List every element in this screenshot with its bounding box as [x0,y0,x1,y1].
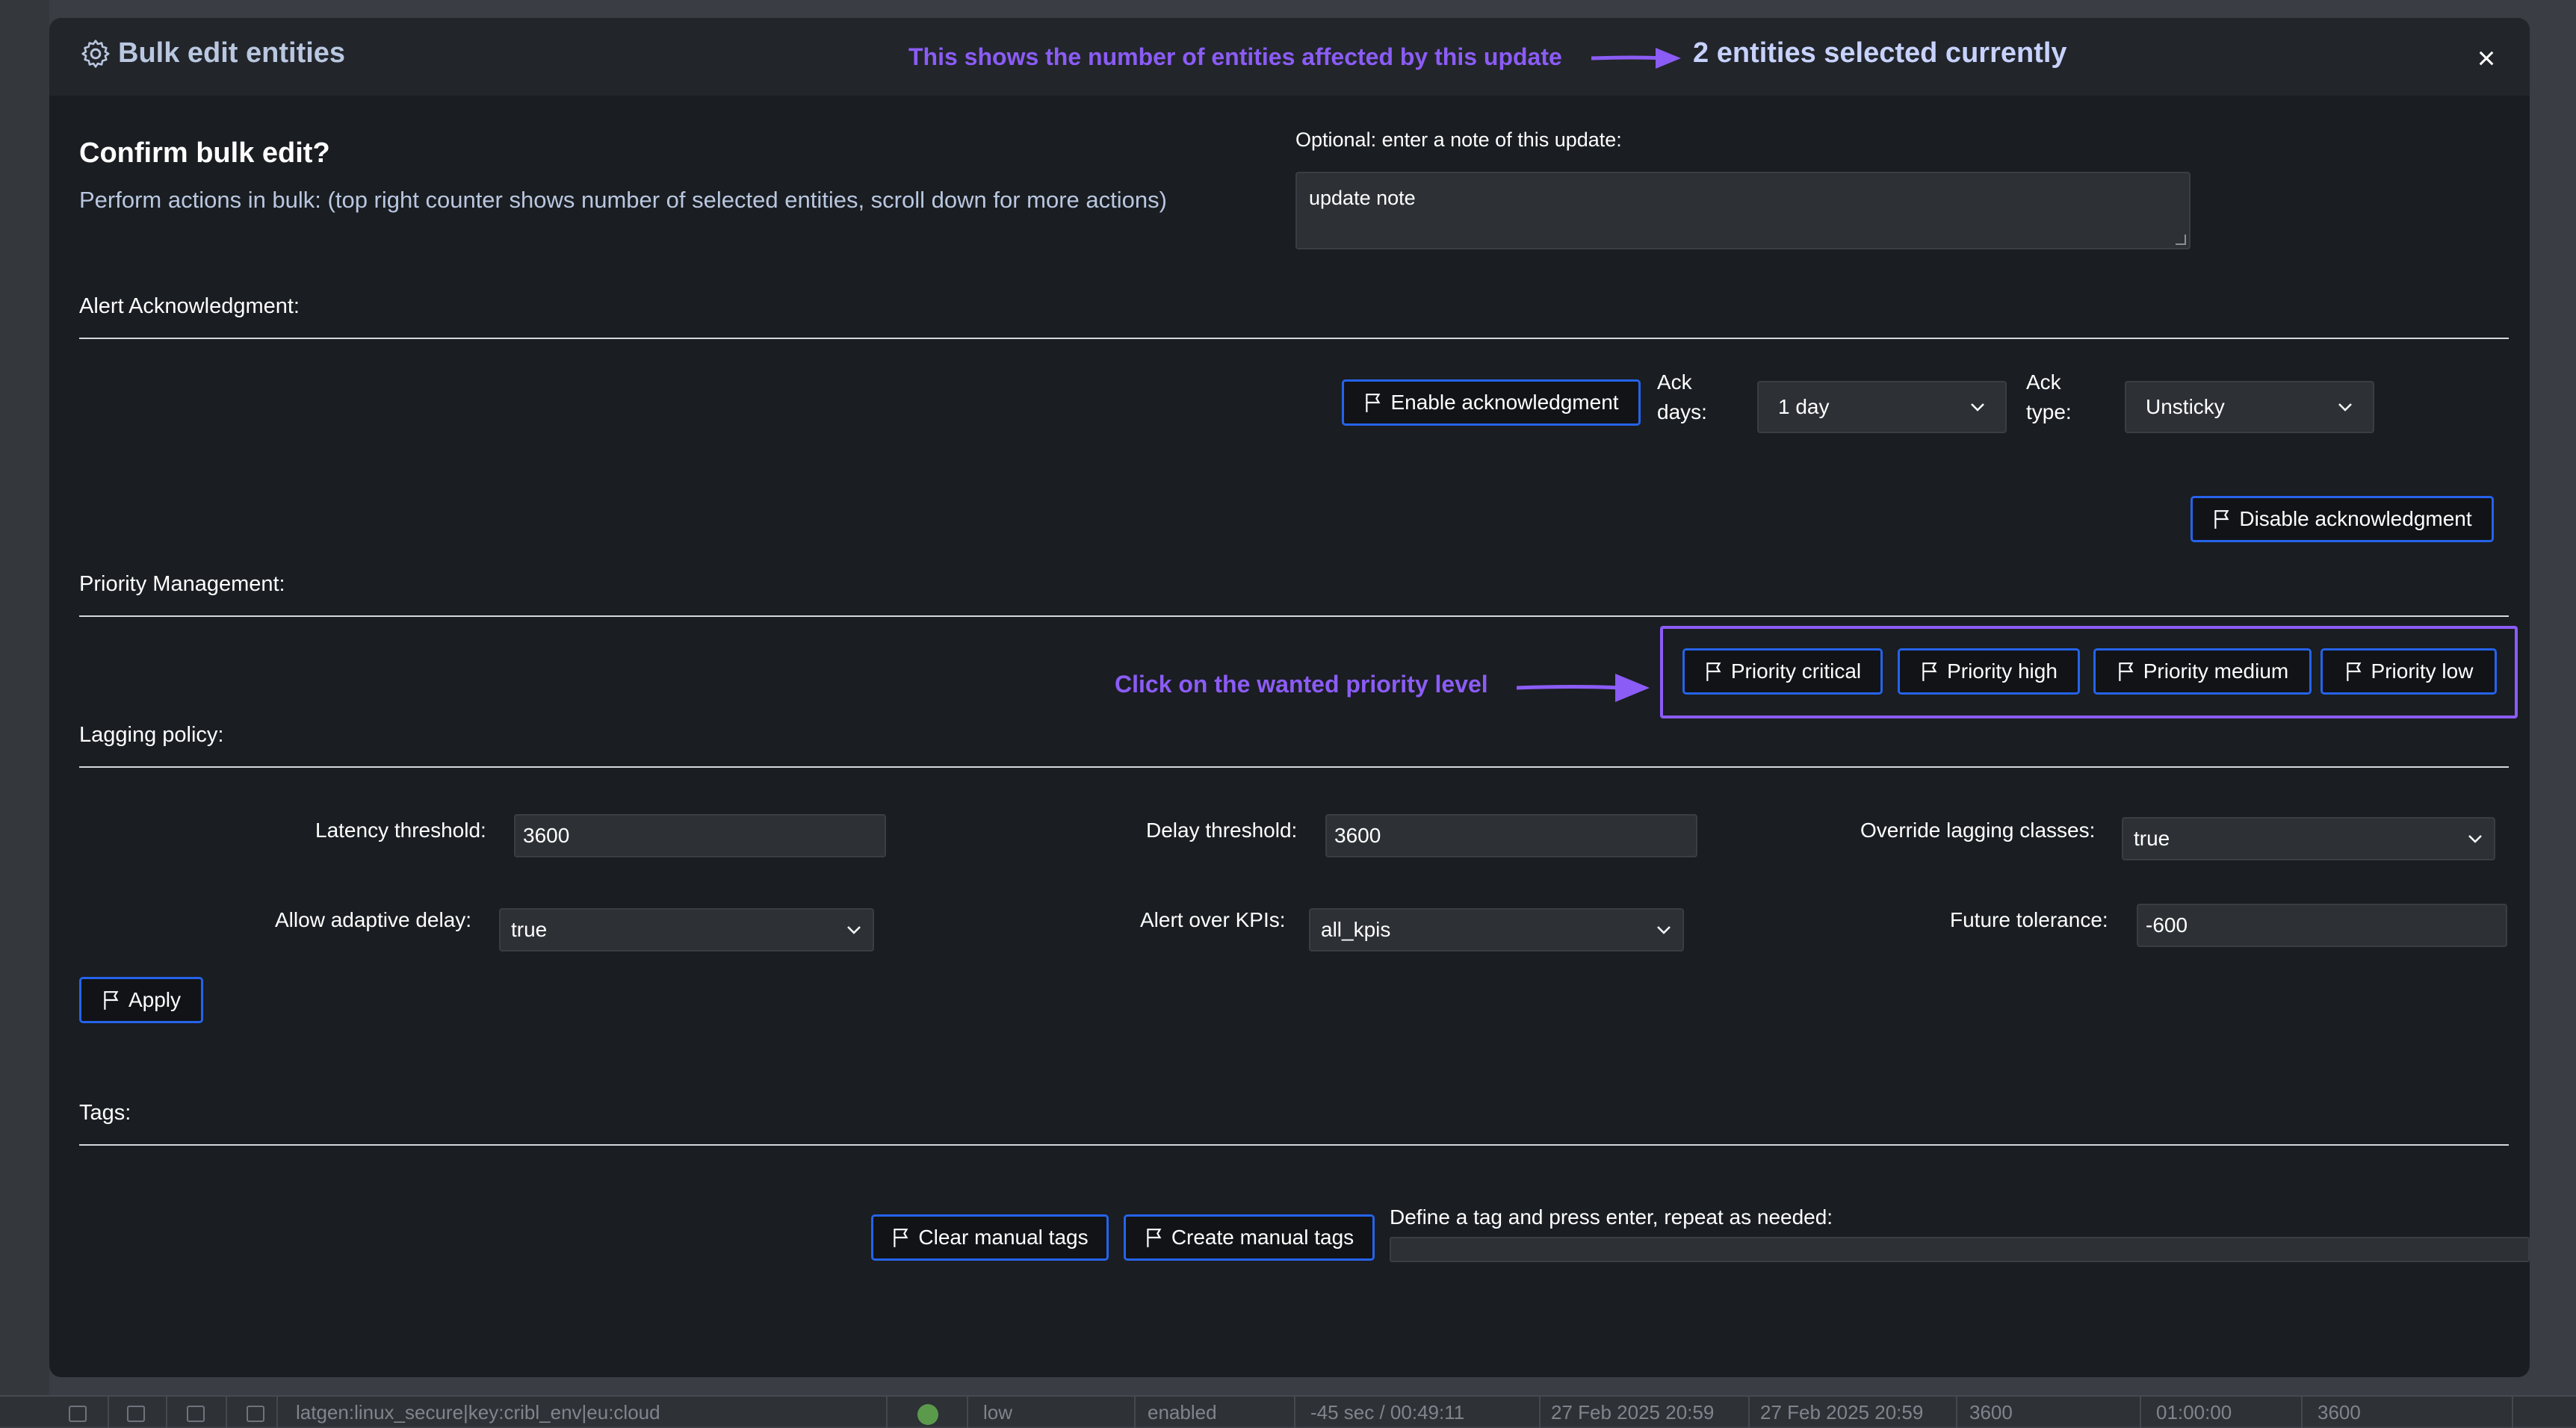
priority-section-label: Priority Management: [79,572,285,596]
confirm-heading: Confirm bulk edit? [79,137,330,169]
priority-low-button[interactable]: Priority low [2320,648,2497,695]
tools-icon [187,1406,205,1422]
clear-manual-tags-button[interactable]: Clear manual tags [871,1214,1109,1261]
future-tolerance-label: Future tolerance: [1950,908,2108,931]
row-value: 01:00:00 [2156,1401,2232,1424]
ack-type-label-2: type: [2026,400,2072,423]
priority-medium-button[interactable]: Priority medium [2093,648,2312,695]
future-tolerance-input[interactable]: -600 [2137,904,2507,947]
define-tag-label: Define a tag and press enter, repeat as … [1390,1205,1833,1229]
tags-divider [79,1144,2509,1146]
tag-input[interactable] [1390,1237,2530,1262]
ack-type-select[interactable]: Unsticky [2125,381,2374,433]
row-lag: -45 sec / 00:49:11 [1310,1401,1465,1424]
ack-divider [79,338,2509,339]
ack-days-label: Ack [1657,370,1692,394]
gear-icon [81,40,110,68]
chevron-down-icon [1971,403,1984,412]
flag-icon [1366,394,1381,412]
priority-annotation: Click on the wanted priority level [1115,671,1488,698]
override-lagging-select[interactable]: true [2122,817,2495,860]
ack-type-label: Ack [2026,370,2061,394]
ack-section-label: Alert Acknowledgment: [79,294,300,318]
update-note-textarea[interactable]: update note [1295,172,2190,249]
chevron-down-icon [2338,403,2352,412]
row-date-last: 27 Feb 2025 20:59 [1760,1401,1924,1424]
enable-ack-button[interactable]: Enable acknowledgment [1342,379,1641,426]
flag-icon [1147,1229,1162,1247]
flag-icon [894,1229,908,1247]
bulk-edit-modal: Bulk edit entities This shows the number… [49,18,2530,1377]
lagging-divider [79,766,2509,768]
apply-button[interactable]: Apply [79,977,203,1023]
row-value: 3600 [1969,1401,2013,1424]
flag-icon [2214,510,2229,529]
delay-threshold-input[interactable]: 3600 [1325,814,1697,857]
row-value: 3600 [2318,1401,2361,1424]
chevron-down-icon [847,926,861,934]
flag-icon [1922,662,1937,681]
background-table-row: latgen:linux_secure|key:cribl_env|eu:clo… [0,1395,2576,1428]
flag-icon [104,991,119,1010]
latency-threshold-label: Latency threshold: [315,819,486,842]
lagging-section-label: Lagging policy: [79,723,224,747]
row-priority: low [983,1401,1013,1424]
flag-icon [2119,662,2134,681]
ack-days-label-2: days: [1657,400,1707,423]
close-button[interactable]: × [2473,43,2500,74]
status-dot [917,1404,938,1425]
override-lagging-label: Override lagging classes: [1860,819,2096,842]
flag-icon [2346,662,2361,681]
alert-kpis-select[interactable]: all_kpis [1309,908,1684,952]
priority-high-button[interactable]: Priority high [1898,648,2080,695]
row-state: enabled [1148,1401,1217,1424]
note-label: Optional: enter a note of this update: [1295,128,1622,151]
external-link-icon [127,1406,145,1422]
modal-header: Bulk edit entities This shows the number… [49,18,2530,96]
checkbox-icon [69,1406,87,1422]
ack-days-select[interactable]: 1 day [1757,381,2007,433]
row-object: latgen:linux_secure|key:cribl_env|eu:clo… [296,1401,660,1424]
adaptive-delay-label: Allow adaptive delay: [275,908,472,931]
background-sidebar [0,0,49,1427]
delay-threshold-label: Delay threshold: [1146,819,1298,842]
arrow-right-icon [1591,48,1681,69]
row-date-first: 27 Feb 2025 20:59 [1551,1401,1715,1424]
priority-critical-button[interactable]: Priority critical [1682,648,1883,695]
arrow-right-icon [1517,674,1650,702]
bulk-description: Perform actions in bulk: (top right coun… [79,187,1167,213]
chevron-down-icon [1657,926,1671,934]
adaptive-delay-select[interactable]: true [499,908,874,952]
create-manual-tags-button[interactable]: Create manual tags [1124,1214,1375,1261]
chevron-down-icon [2468,835,2482,843]
update-note-value: update note [1309,187,1416,209]
priority-divider [79,615,2509,617]
alert-kpis-label: Alert over KPIs: [1140,908,1286,931]
selected-count: 2 entities selected currently [1693,37,2067,69]
flag-icon [1706,662,1721,681]
entity-count-annotation: This shows the number of entities affect… [908,43,1562,70]
disable-ack-button[interactable]: Disable acknowledgment [2190,496,2494,542]
latency-threshold-input[interactable]: 3600 [514,814,886,857]
tags-section-label: Tags: [79,1101,131,1125]
database-icon [247,1406,264,1422]
resize-handle-icon[interactable] [2176,235,2186,245]
modal-title: Bulk edit entities [118,37,346,69]
